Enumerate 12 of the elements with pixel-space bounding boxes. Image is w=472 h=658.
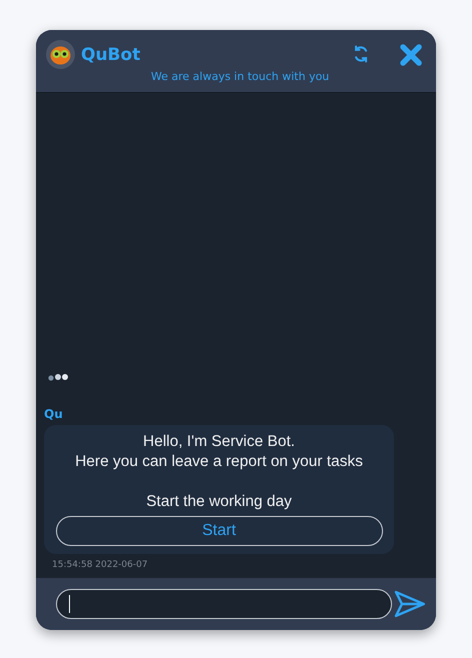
message-text: Hello, I'm Service Bot. Here you can leave a report on your tasks bbox=[75, 432, 363, 472]
message-timestamp: 15:54:58 2022-06-07 bbox=[52, 558, 149, 572]
sender-label: Qu bbox=[44, 406, 64, 422]
message-prompt: Start the working day bbox=[146, 492, 292, 512]
owl-avatar-icon bbox=[46, 40, 75, 69]
header-subtitle: We are always in touch with you bbox=[151, 69, 330, 85]
close-icon[interactable] bbox=[400, 44, 422, 66]
typing-indicator-icon bbox=[48, 372, 70, 380]
bot-name: QuBot bbox=[81, 44, 140, 67]
start-button[interactable]: Start bbox=[56, 516, 382, 546]
message-input-field[interactable] bbox=[56, 589, 392, 619]
send-icon[interactable] bbox=[394, 590, 426, 618]
